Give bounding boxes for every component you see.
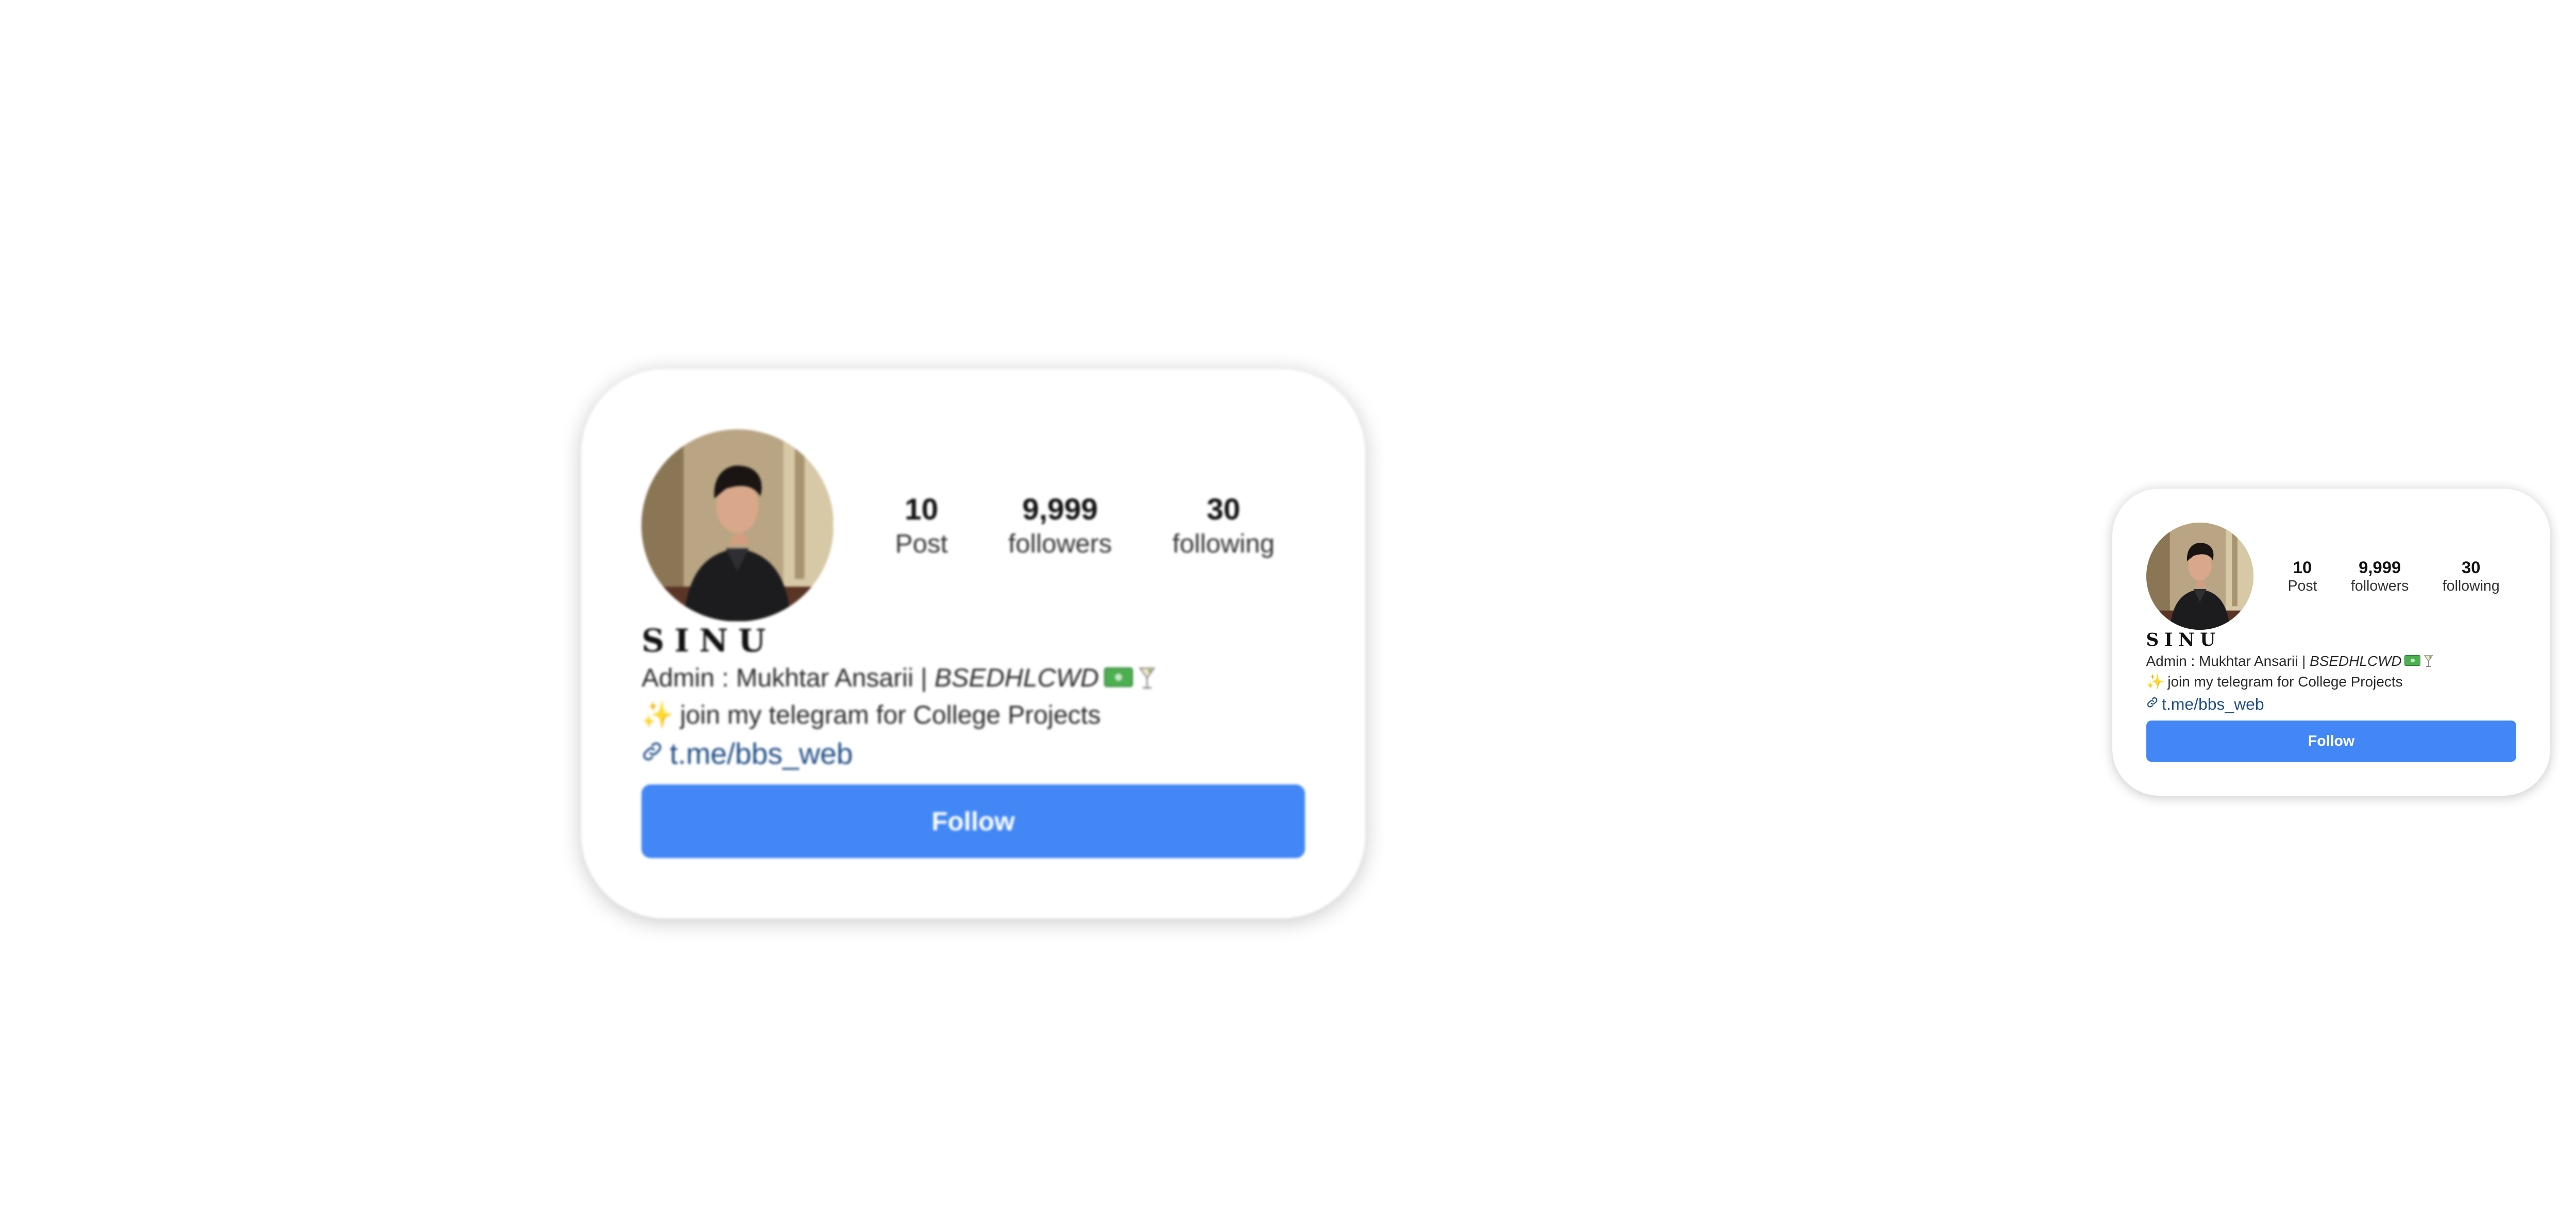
stat-posts-count: 10 [2293,557,2312,577]
stat-following-label: following [2442,578,2500,595]
bio-admin-code: BSEDHLCWD [934,663,1099,693]
profile-name: SINU [641,622,776,659]
stat-posts[interactable]: 10 Post [2287,557,2317,595]
stat-following-label: following [1172,529,1275,559]
stat-followers-count: 9,999 [1022,492,1098,526]
link-icon [2146,696,2158,708]
stat-posts-label: Post [895,529,948,559]
bio-line-telegram: ✨ join my telegram for College Projects [641,696,1304,733]
profile-stats: 10 Post 9,999 followers 30 following [2253,557,2517,595]
stat-followers[interactable]: 9,999 followers [2351,557,2409,595]
link-icon [641,741,663,762]
bio-line-admin: Admin : Mukhtar Ansarii | BSEDHLCWD [641,659,1304,696]
stat-posts-count: 10 [904,492,939,526]
profile-header: 10 Post 9,999 followers 30 following [641,429,1305,622]
bio-telegram-text: join my telegram for College Projects [2167,674,2403,690]
profile-header: 10 Post 9,999 followers 30 following [2146,522,2517,630]
bio-telegram-text: join my telegram for College Projects [680,700,1101,730]
profile-link-row: t.me/bbs_web [641,734,1304,775]
cocktail-icon [2424,655,2434,667]
stat-following-count: 30 [1207,492,1241,526]
profile-card-large: 10 Post 9,999 followers 30 following SIN… [581,369,1365,918]
stat-following[interactable]: 30 following [2443,557,2500,595]
sparkles-icon: ✨ [2146,674,2164,690]
stat-followers-label: followers [1008,529,1112,559]
profile-link-row: t.me/bbs_web [2146,693,2517,716]
bio-admin-code: BSEDHLCWD [2310,652,2402,669]
avatar[interactable] [2146,522,2253,630]
bio-line-telegram: ✨ join my telegram for College Projects [2146,672,2517,693]
bio-admin-text: Admin : Mukhtar Ansarii | [2146,652,2310,669]
profile-link[interactable]: t.me/bbs_web [670,734,853,775]
stat-posts-label: Post [2287,578,2317,595]
bio-line-admin: Admin : Mukhtar Ansarii | BSEDHLCWD [2146,651,2517,672]
stat-posts[interactable]: 10 Post [895,492,947,560]
profile-stats: 10 Post 9,999 followers 30 following [834,492,1305,560]
profile-name: SINU [2146,630,2222,651]
follow-button[interactable]: Follow [2146,721,2517,762]
bio-admin-text: Admin : Mukhtar Ansarii | [641,663,935,693]
stat-followers[interactable]: 9,999 followers [1008,492,1112,560]
money-icon [1104,667,1133,687]
profile-card-small: 10 Post 9,999 followers 30 following SIN… [2112,489,2550,796]
money-icon [2404,655,2421,666]
avatar[interactable] [641,429,834,622]
cocktail-icon [1138,666,1156,690]
stat-following-count: 30 [2462,557,2481,577]
stat-following[interactable]: 30 following [1173,492,1275,560]
sparkles-icon: ✨ [641,700,674,730]
stat-followers-count: 9,999 [2359,557,2401,577]
stat-followers-label: followers [2350,578,2409,595]
profile-link[interactable]: t.me/bbs_web [2162,693,2264,716]
follow-button[interactable]: Follow [641,784,1305,858]
page: 10 Post 9,999 followers 30 following SIN… [0,0,2576,1222]
